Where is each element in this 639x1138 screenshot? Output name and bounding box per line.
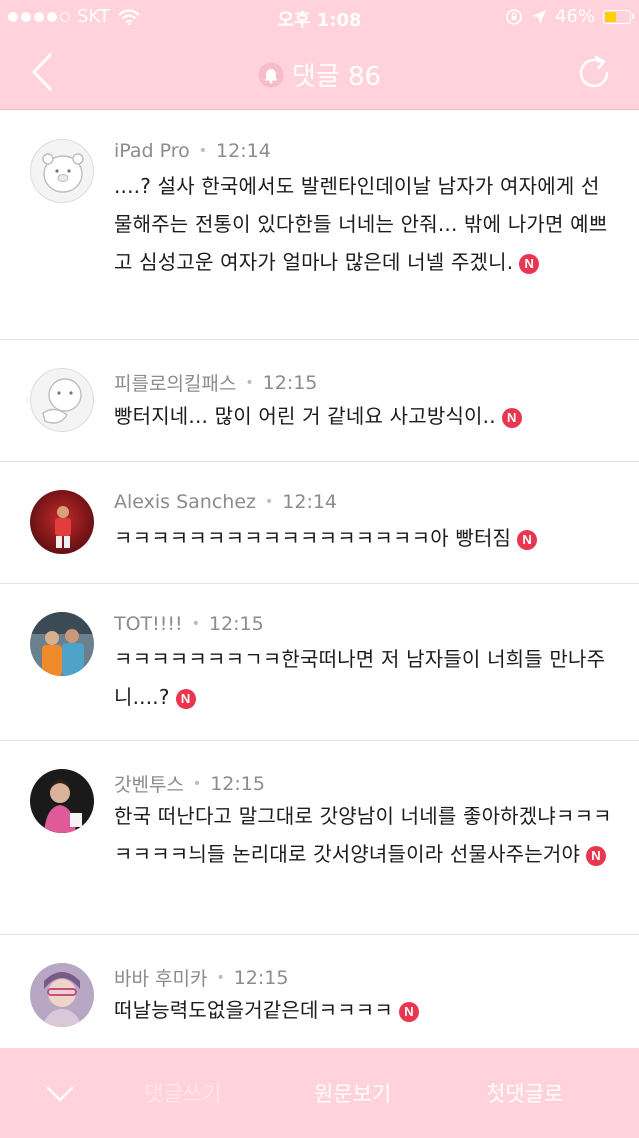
- comment-body: 한국 떠난다고 말그대로 갓양남이 너네를 좋아하겠냐ㅋㅋㅋㅋㅋㅋㅋ늬들 논리대…: [114, 804, 612, 866]
- rotation-lock-icon: [506, 8, 522, 25]
- comment-author[interactable]: Alexis Sanchez: [114, 491, 256, 513]
- battery-icon: [603, 9, 634, 24]
- avatar[interactable]: [30, 612, 94, 676]
- comment-meta: 바바 후미카 • 12:15: [114, 964, 288, 991]
- nav-bar: 댓글 86: [0, 34, 639, 110]
- comment-list[interactable]: iPad Pro • 12:14 ....? 설사 한국에서도 발렌타인데이날 …: [0, 111, 639, 1048]
- meta-separator: •: [192, 775, 202, 792]
- bell-icon: [258, 62, 284, 87]
- new-badge: N: [517, 530, 538, 550]
- comment-item[interactable]: 피를로의킬패스 • 12:15 빵터지네... 많이 어린 거 같네요 사고방식…: [0, 340, 639, 462]
- bottom-toolbar: 댓글쓰기 원문보기 첫댓글로: [0, 1048, 639, 1138]
- meta-separator: •: [245, 374, 254, 391]
- meta-separator: •: [198, 143, 208, 159]
- comment-body: 빵터지네... 많이 어린 거 같네요 사고방식이..: [114, 404, 496, 428]
- comment-time: 12:14: [282, 491, 338, 513]
- comment-text: 빵터지네... 많이 어린 거 같네요 사고방식이.. N: [114, 397, 613, 435]
- comment-author[interactable]: iPad Pro: [114, 140, 190, 162]
- comment-author[interactable]: 피를로의킬패스: [114, 369, 236, 396]
- chevron-down-icon[interactable]: [44, 1078, 76, 1108]
- comment-meta: 갓벤투스 • 12:15: [114, 770, 265, 797]
- comment-text: ....? 설사 한국에서도 발렌타인데이날 남자가 여자에게 선물해주는 전통…: [114, 167, 613, 281]
- comment-text: ㅋㅋㅋㅋㅋㅋㅋㄱㅋ한국떠나면 저 남자들이 너희들 만나주니....? N: [114, 640, 613, 716]
- refresh-icon[interactable]: [573, 52, 615, 94]
- default-avatar-icon: [42, 378, 82, 424]
- new-badge: N: [399, 1002, 419, 1022]
- page-title-wrap: 댓글 86: [0, 56, 639, 93]
- profile-photo: [30, 963, 94, 1027]
- comment-author[interactable]: TOT!!!!: [114, 613, 183, 635]
- location-icon: [531, 9, 546, 24]
- view-original-button[interactable]: 원문보기: [314, 1078, 391, 1108]
- new-badge: N: [519, 254, 540, 274]
- default-avatar-icon: [42, 153, 84, 193]
- page-title: 댓글 86: [291, 62, 382, 92]
- comment-item[interactable]: iPad Pro • 12:14 ....? 설사 한국에서도 발렌타인데이날 …: [0, 111, 639, 340]
- profile-photo: [30, 769, 94, 833]
- meta-separator: •: [265, 494, 274, 510]
- avatar[interactable]: [30, 139, 94, 203]
- comment-item[interactable]: TOT!!!! • 12:15 ㅋㅋㅋㅋㅋㅋㅋㄱㅋ한국떠나면 저 남자들이 너희…: [0, 584, 639, 741]
- avatar[interactable]: [30, 368, 94, 432]
- comment-time: 12:15: [233, 966, 289, 989]
- comment-item[interactable]: 바바 후미카 • 12:15 떠날능력도없을거같은데ㅋㅋㅋㅋ N: [0, 935, 639, 1048]
- status-bar: SKT 오후 1:08 46%: [0, 0, 639, 34]
- comment-author[interactable]: 갓벤투스: [114, 770, 184, 797]
- comment-item[interactable]: Alexis Sanchez • 12:14 ㅋㅋㅋㅋㅋㅋㅋㅋㅋㅋㅋㅋㅋㅋㅋㅋㅋ…: [0, 462, 639, 584]
- comment-text: 떠날능력도없을거같은데ㅋㅋㅋㅋ N: [114, 991, 613, 1029]
- comment-meta: TOT!!!! • 12:15: [114, 613, 264, 635]
- comment-time: 12:14: [216, 140, 271, 162]
- comment-time: 12:15: [262, 371, 318, 394]
- profile-photo: [30, 612, 94, 676]
- profile-photo: [30, 490, 94, 554]
- comment-meta: iPad Pro • 12:14: [114, 140, 271, 162]
- avatar[interactable]: [30, 490, 94, 554]
- battery-fill: [605, 11, 617, 22]
- meta-separator: •: [191, 616, 200, 632]
- new-badge: N: [501, 408, 522, 428]
- status-right: 46%: [505, 6, 634, 27]
- write-comment-button[interactable]: 댓글쓰기: [144, 1078, 221, 1108]
- new-badge: N: [175, 689, 196, 709]
- battery-percent: 46%: [554, 6, 595, 27]
- comment-body: 떠날능력도없을거같은데ㅋㅋㅋㅋ: [114, 998, 393, 1022]
- avatar[interactable]: [30, 963, 94, 1027]
- comment-meta: Alexis Sanchez • 12:14: [114, 491, 337, 513]
- meta-separator: •: [216, 969, 225, 986]
- comment-author[interactable]: 바바 후미카: [114, 964, 207, 991]
- comment-text: 한국 떠난다고 말그대로 갓양남이 너네를 좋아하겠냐ㅋㅋㅋㅋㅋㅋㅋ늬들 논리대…: [114, 797, 613, 873]
- avatar[interactable]: [30, 769, 94, 833]
- comment-time: 12:15: [208, 613, 264, 635]
- comment-item[interactable]: 갓벤투스 • 12:15 한국 떠난다고 말그대로 갓양남이 너네를 좋아하겠냐…: [0, 741, 639, 935]
- comment-body: ㅋㅋㅋㅋㅋㅋㅋㅋㅋㅋㅋㅋㅋㅋㅋㅋㅋ아 빵터짐: [114, 526, 512, 550]
- comment-text: ㅋㅋㅋㅋㅋㅋㅋㅋㅋㅋㅋㅋㅋㅋㅋㅋㅋ아 빵터짐 N: [114, 519, 613, 557]
- new-badge: N: [586, 846, 607, 866]
- comment-time: 12:15: [210, 772, 265, 795]
- comment-meta: 피를로의킬패스 • 12:15: [114, 369, 317, 396]
- first-comment-button[interactable]: 첫댓글로: [486, 1078, 563, 1108]
